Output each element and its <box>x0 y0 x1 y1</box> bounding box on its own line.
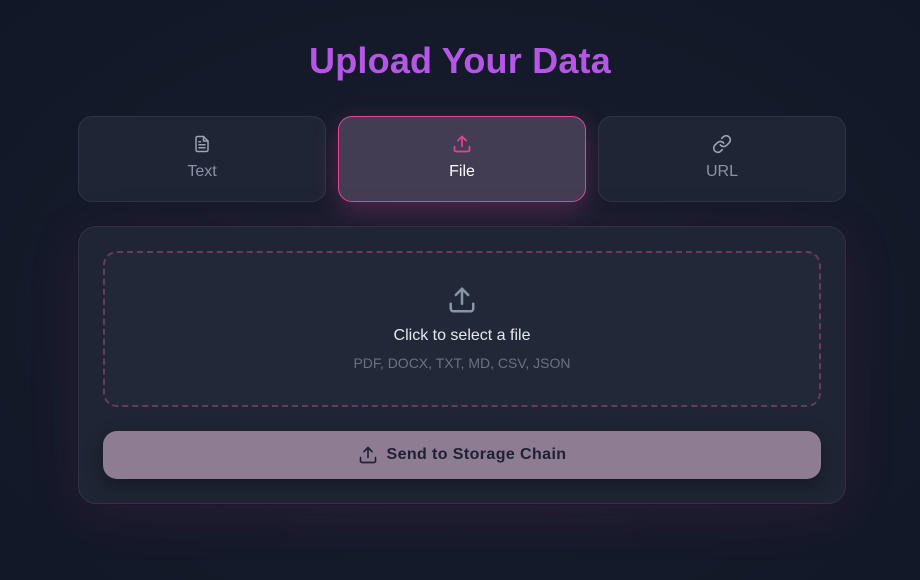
supported-formats: PDF, DOCX, TXT, MD, CSV, JSON <box>353 355 571 371</box>
upload-panel: Click to select a file PDF, DOCX, TXT, M… <box>78 226 846 504</box>
send-to-storage-button[interactable]: Send to Storage Chain <box>103 431 821 479</box>
tab-label: URL <box>705 163 738 180</box>
file-dropzone[interactable]: Click to select a file PDF, DOCX, TXT, M… <box>103 251 821 407</box>
dropzone-title: Click to select a file <box>393 327 531 344</box>
document-icon <box>193 133 211 155</box>
tab-label: Text <box>187 163 217 180</box>
tab-text[interactable]: Text <box>78 116 326 202</box>
tab-file[interactable]: File <box>338 116 586 202</box>
upload-page: Upload Your Data Text File URL Click to … <box>0 0 920 580</box>
page-title: Upload Your Data <box>309 40 611 81</box>
upload-icon <box>452 133 472 155</box>
upload-icon <box>358 445 378 465</box>
send-button-label: Send to Storage Chain <box>386 446 567 463</box>
tab-url[interactable]: URL <box>598 116 846 202</box>
tab-label: File <box>449 163 475 180</box>
upload-icon <box>447 285 477 317</box>
link-icon <box>712 133 732 155</box>
